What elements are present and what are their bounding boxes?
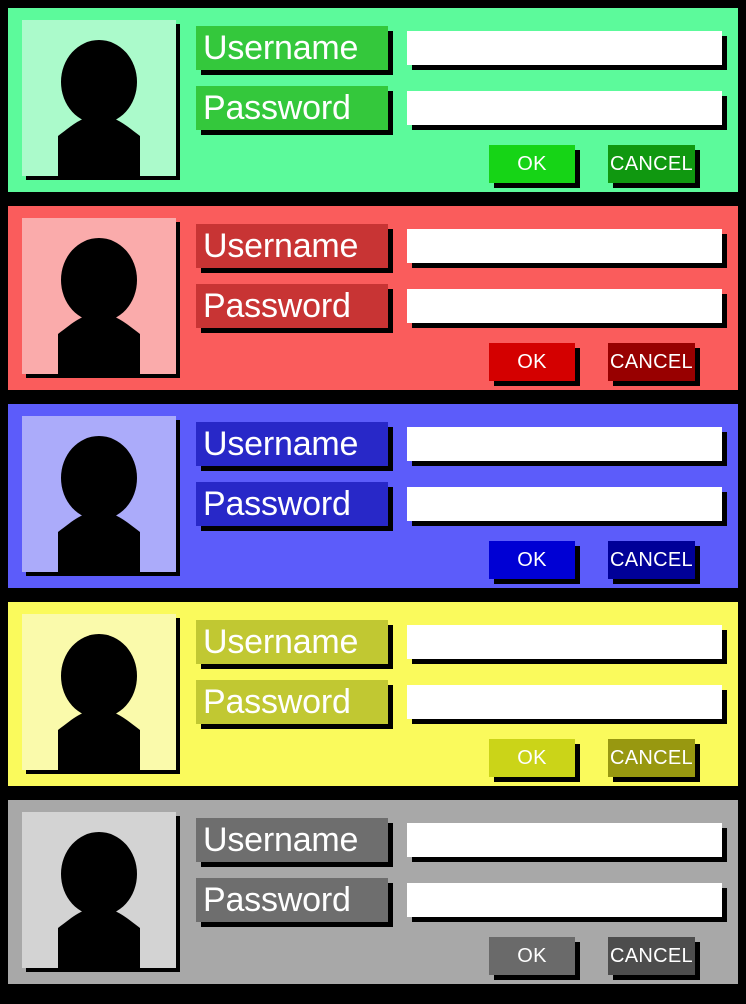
username-input[interactable] xyxy=(407,625,722,659)
login-panel-gray: Username Password OK CANCEL xyxy=(8,800,738,984)
password-label: Password xyxy=(196,482,388,526)
avatar-image xyxy=(22,812,176,968)
username-label: Username xyxy=(196,224,388,268)
avatar xyxy=(22,416,180,576)
login-panel-blue: Username Password OK CANCEL xyxy=(8,404,738,588)
password-label: Password xyxy=(196,680,388,724)
username-input[interactable] xyxy=(407,31,722,65)
avatar-image xyxy=(22,218,176,374)
login-panel-red: Username Password OK CANCEL xyxy=(8,206,738,390)
password-label: Password xyxy=(196,86,388,130)
username-input[interactable] xyxy=(407,229,722,263)
avatar xyxy=(22,614,180,774)
username-label: Username xyxy=(196,818,388,862)
ok-button[interactable]: OK xyxy=(489,145,575,183)
username-label: Username xyxy=(196,620,388,664)
cancel-button[interactable]: CANCEL xyxy=(608,937,695,975)
cancel-button[interactable]: CANCEL xyxy=(608,739,695,777)
avatar xyxy=(22,20,180,180)
avatar xyxy=(22,218,180,378)
avatar xyxy=(22,812,180,972)
login-panel-green: Username Password OK CANCEL xyxy=(8,8,738,192)
username-label: Username xyxy=(196,422,388,466)
password-input[interactable] xyxy=(407,289,722,323)
ok-button[interactable]: OK xyxy=(489,541,575,579)
avatar-image xyxy=(22,416,176,572)
ok-button[interactable]: OK xyxy=(489,343,575,381)
password-input[interactable] xyxy=(407,685,722,719)
password-input[interactable] xyxy=(407,91,722,125)
password-input[interactable] xyxy=(407,487,722,521)
cancel-button[interactable]: CANCEL xyxy=(608,343,695,381)
login-dialog-gallery: Username Password OK CANCEL Username Password… xyxy=(0,0,746,1004)
ok-button[interactable]: OK xyxy=(489,739,575,777)
avatar-image xyxy=(22,20,176,176)
password-input[interactable] xyxy=(407,883,722,917)
login-panel-yellow: Username Password OK CANCEL xyxy=(8,602,738,786)
cancel-button[interactable]: CANCEL xyxy=(608,145,695,183)
username-label: Username xyxy=(196,26,388,70)
avatar-image xyxy=(22,614,176,770)
ok-button[interactable]: OK xyxy=(489,937,575,975)
password-label: Password xyxy=(196,878,388,922)
username-input[interactable] xyxy=(407,427,722,461)
password-label: Password xyxy=(196,284,388,328)
cancel-button[interactable]: CANCEL xyxy=(608,541,695,579)
username-input[interactable] xyxy=(407,823,722,857)
